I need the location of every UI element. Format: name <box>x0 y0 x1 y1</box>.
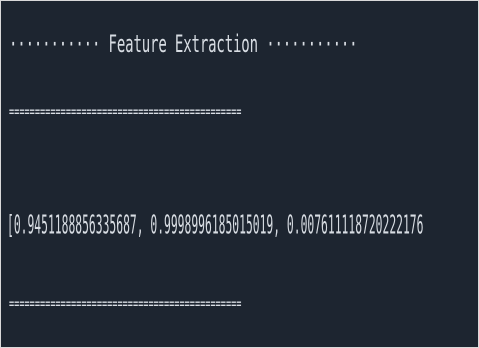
separator-line-bottom: ========================================… <box>9 295 242 314</box>
console-window: ··········· Feature Extraction ·········… <box>0 0 479 348</box>
separator-line-top: ========================================… <box>9 103 242 122</box>
section-header-text: ··········· Feature Extraction ·········… <box>9 30 358 59</box>
feature-vector-output: [0.9451188856335687, 0.9998996185015019,… <box>7 210 424 241</box>
